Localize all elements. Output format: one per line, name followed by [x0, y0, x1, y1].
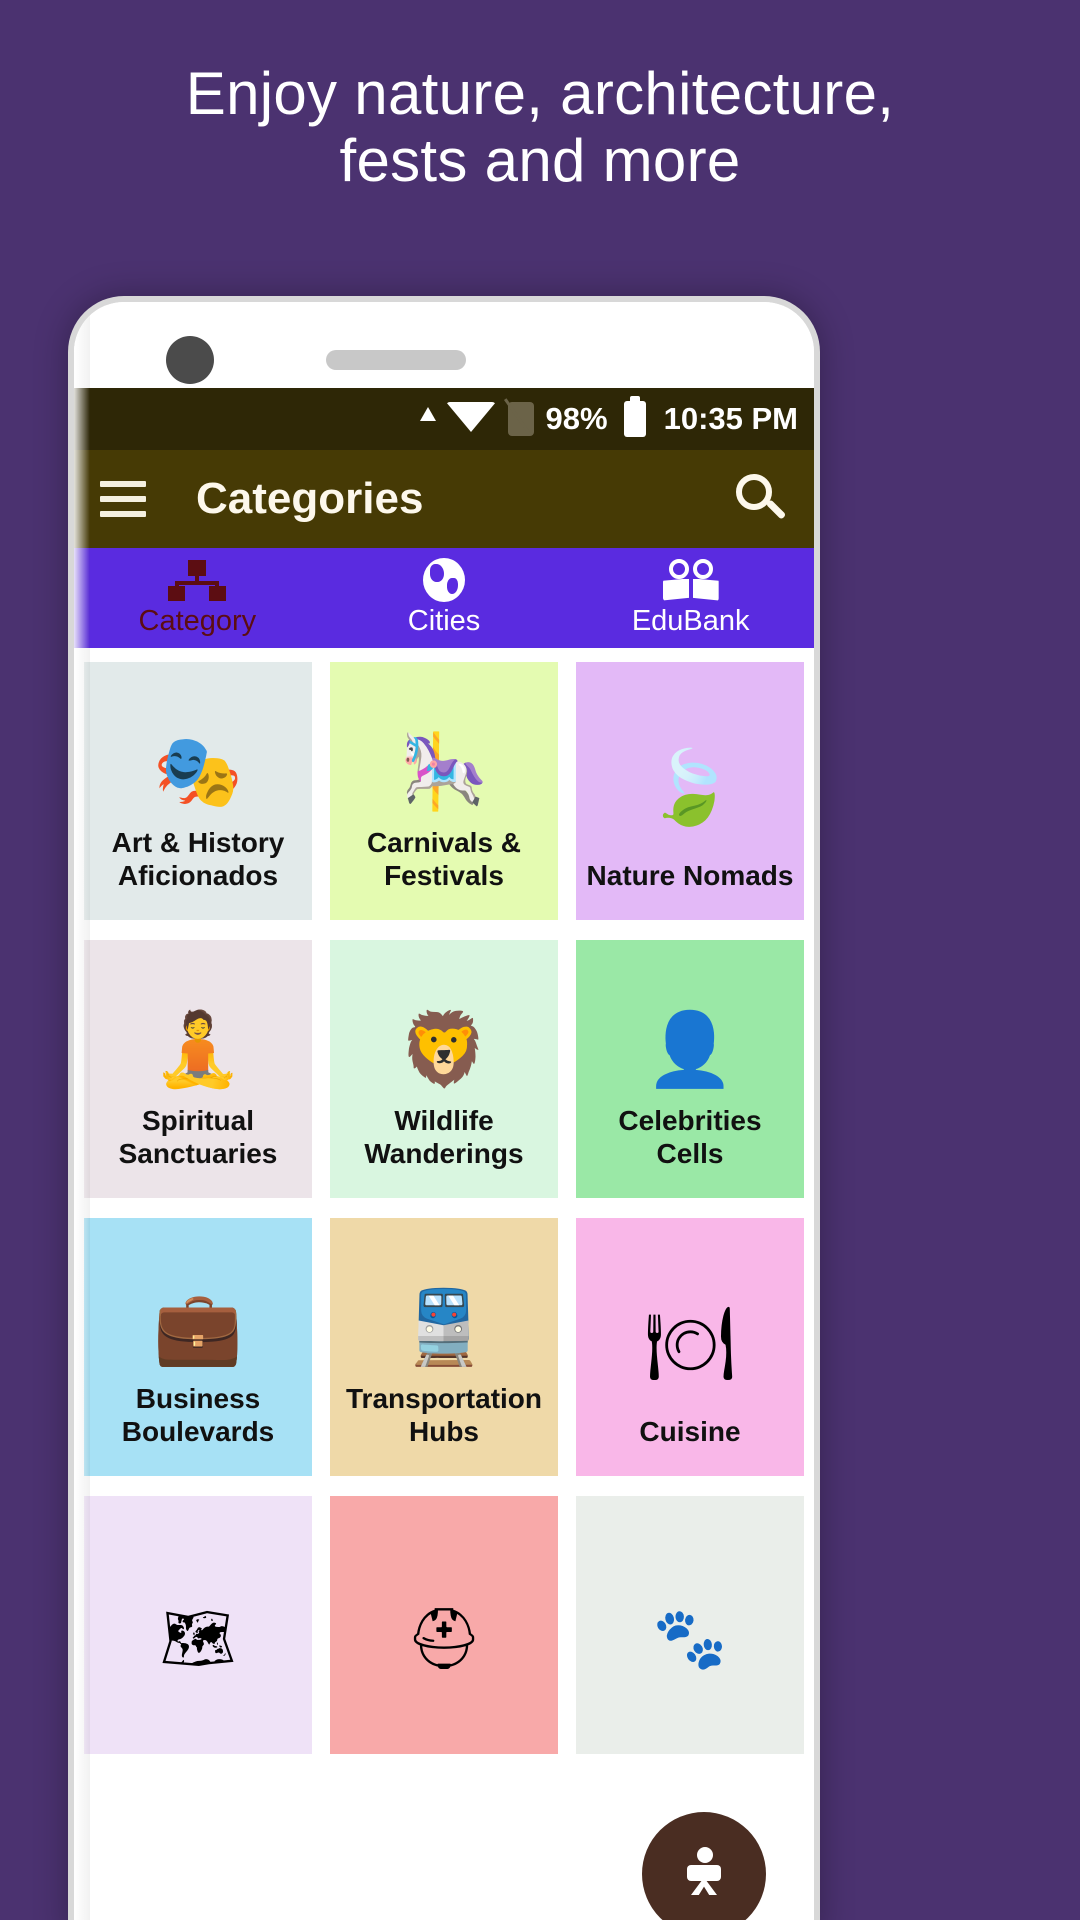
page-title: Categories	[196, 474, 424, 523]
category-glyph: ⛑	[405, 1605, 483, 1672]
category-glyph: 🦁	[399, 1009, 489, 1090]
tab-category[interactable]: Category	[74, 548, 321, 648]
phone-frame: 98% 10:35 PM Categories Category Cities …	[68, 296, 820, 1920]
clock-label: 10:35 PM	[663, 401, 798, 436]
category-card[interactable]: 🗺	[84, 1496, 312, 1754]
category-glyph: 🚆	[399, 1287, 489, 1368]
lion-icon: 🦁	[340, 996, 548, 1104]
category-card-label: Spiritual Sanctuaries	[118, 1104, 278, 1169]
phone-hardware-top	[74, 302, 814, 388]
signal-triangle-icon	[419, 407, 436, 431]
front-camera-icon	[166, 336, 214, 384]
paw-print-icon: 🐾	[586, 1552, 794, 1726]
category-card[interactable]: 👤 Celebrities Cells	[576, 940, 804, 1198]
celebrity-face-icon: 👤	[586, 996, 794, 1104]
category-card-label: Wildlife Wanderings	[364, 1104, 524, 1169]
status-bar: 98% 10:35 PM	[74, 388, 814, 450]
category-grid: 🎭 Art & History Aficionados 🎠 Carnivals & F…	[84, 662, 804, 1754]
category-glyph: 💼	[153, 1287, 243, 1368]
category-glyph: 🗺	[159, 1605, 237, 1672]
spartan-helmet-icon: ⛑	[340, 1552, 548, 1726]
businessman-dollar-icon: 💼	[94, 1274, 302, 1382]
category-glyph: 👤	[645, 1009, 735, 1090]
category-card[interactable]: 💼 Business Boulevards	[84, 1218, 312, 1476]
battery-icon	[620, 396, 646, 437]
theater-masks-palette-icon: 🎭	[94, 718, 302, 826]
promo-line-1: Enjoy nature, architecture,	[185, 60, 895, 127]
phone-screen: 98% 10:35 PM Categories Category Cities …	[74, 302, 814, 1920]
app-bar: Categories	[74, 450, 814, 548]
category-glyph: 🧘	[153, 1009, 243, 1090]
org-chart-icon	[168, 559, 227, 601]
category-card-label: Nature Nomads	[586, 859, 794, 891]
tab-cities-label: Cities	[407, 604, 481, 637]
promo-headline: Enjoy nature, architecture, fests and mo…	[0, 60, 1080, 194]
category-card-label: Carnivals & Festivals	[366, 826, 522, 891]
owl-book-icon	[662, 558, 719, 601]
sim-card-off-icon	[507, 402, 534, 436]
battery-percent-label: 98%	[545, 401, 608, 436]
category-card-label: Art & History Aficionados	[111, 826, 285, 891]
category-card[interactable]: 🧘 Spiritual Sanctuaries	[84, 940, 312, 1198]
category-card[interactable]: 🎭 Art & History Aficionados	[84, 662, 312, 920]
earpiece-speaker	[326, 350, 466, 370]
category-glyph: 🍽	[644, 1304, 736, 1385]
category-card-label: Business Boulevards	[121, 1382, 275, 1447]
category-card[interactable]: 🎠 Carnivals & Festivals	[330, 662, 558, 920]
category-glyph: 🎭	[153, 731, 243, 812]
tab-cities[interactable]: Cities	[321, 548, 568, 648]
wifi-icon	[445, 402, 496, 436]
category-card-label: Cuisine	[639, 1415, 741, 1447]
category-card[interactable]: 🍽 Cuisine	[576, 1218, 804, 1476]
globe-icon	[423, 557, 465, 602]
category-glyph: 🐾	[652, 1605, 728, 1672]
category-card[interactable]: ⛑	[330, 1496, 558, 1754]
category-card-label: Transportation Hubs	[345, 1382, 542, 1447]
tab-category-label: Category	[138, 604, 257, 637]
hamburger-menu-icon[interactable]	[100, 481, 146, 517]
leaf-icon: 🍃	[586, 718, 794, 859]
carousel-icon: 🎠	[340, 718, 548, 826]
category-card[interactable]: 🚆 Transportation Hubs	[330, 1218, 558, 1476]
train-icon: 🚆	[340, 1274, 548, 1382]
category-glyph: 🍃	[645, 748, 735, 829]
category-card[interactable]: 🦁 Wildlife Wanderings	[330, 940, 558, 1198]
category-card-label: Celebrities Cells	[618, 1104, 762, 1169]
tab-bar: Category Cities EduBank	[74, 548, 814, 648]
category-card[interactable]: 🐾	[576, 1496, 804, 1754]
food-cloche-icon: 🍽	[586, 1274, 794, 1415]
tab-edubank-label: EduBank	[631, 604, 750, 637]
search-icon[interactable]	[734, 472, 788, 526]
category-grid-container: 🎭 Art & History Aficionados 🎠 Carnivals & F…	[74, 648, 814, 1920]
category-glyph: 🎠	[399, 731, 489, 812]
promo-line-2: fests and more	[339, 127, 741, 195]
tab-edubank[interactable]: EduBank	[567, 548, 814, 648]
route-a-to-b-icon: 🗺	[94, 1552, 302, 1726]
category-card[interactable]: 🍃 Nature Nomads	[576, 662, 804, 920]
buddha-meditation-icon: 🧘	[94, 996, 302, 1104]
